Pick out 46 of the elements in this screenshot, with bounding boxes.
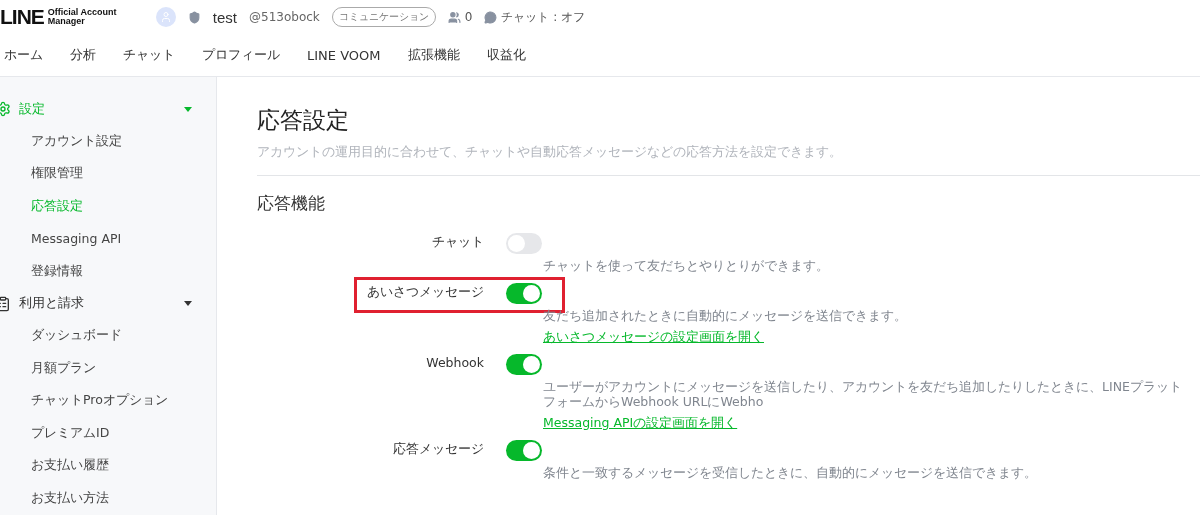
chat-status: チャット : オフ [501,8,586,26]
setting-label: 応答メッセージ [393,440,484,458]
toggle-switch[interactable] [506,283,542,304]
sidebar-item[interactable]: お支払い方法 [0,482,216,515]
logo-text: LINE [0,5,44,29]
nav-tab[interactable]: 分析 [66,46,111,64]
sidebar-item[interactable]: お支払い履歴 [0,449,216,482]
nav-tab[interactable]: チャット [119,46,190,64]
sidebar-item[interactable]: プレミアムID [0,417,216,450]
avatar-icon [155,7,176,27]
toggle-switch[interactable] [506,440,542,461]
friends-count: 0 [464,10,473,24]
page-title: 応答設定 [257,106,350,135]
setting-label: チャット [432,233,484,251]
shield-icon [187,10,201,24]
account-name: test [212,8,238,26]
account-id: @513obock [249,10,320,24]
friends-icon [447,10,461,24]
toggle-switch[interactable] [506,354,542,375]
chat-bubble-icon [484,10,498,24]
setting-label: Webhook [426,354,484,370]
setting-description: 友だち追加されたときに自動的にメッセージを送信できます。 [543,308,908,323]
sidebar-item[interactable]: ダッシュボード [0,319,216,352]
sidebar-item[interactable]: チャットProオプション [0,384,216,417]
nav-tab[interactable]: 拡張機能 [403,46,475,64]
nav-tab[interactable]: プロフィール [198,46,295,64]
logo-subtitle: Official Account Manager [47,8,118,26]
section-title: 応答機能 [257,192,326,215]
setting-description: チャットを使って友だちとやりとりができます。 [543,258,830,273]
nav-tab[interactable]: ホーム [0,46,58,64]
setting-description: 条件と一致するメッセージを受信したときに、自動的にメッセージを送信できます。 [543,465,1038,480]
toggle-switch[interactable] [506,233,542,254]
nav-tab[interactable]: 収益化 [482,46,541,64]
clipboard-icon [0,295,11,312]
sidebar-group[interactable]: 利用と請求 [0,287,216,320]
nav-tab[interactable]: LINE VOOM [303,47,396,63]
caret-icon [184,301,192,306]
sidebar-item[interactable]: 登録情報 [0,255,216,288]
setting-description: ユーザーがアカウントにメッセージを送信したり、アカウントを友だち追加したりしたときに、LINEプラットフォームからWebhook URLにWebho [543,379,1183,409]
sidebar-item[interactable]: Messaging API [0,222,216,255]
caret-icon [184,106,192,112]
setting-label: あいさつメッセージ [367,283,484,301]
sidebar-item[interactable]: 月額プラン [0,352,216,385]
page-description: アカウントの運用目的に合わせて、チャットや自動応答メッセージなどの応答方法を設定できます。 [257,144,1200,176]
sidebar-item[interactable]: アカウント設定 [0,125,216,158]
sidebar-item[interactable]: 権限管理 [0,157,216,190]
